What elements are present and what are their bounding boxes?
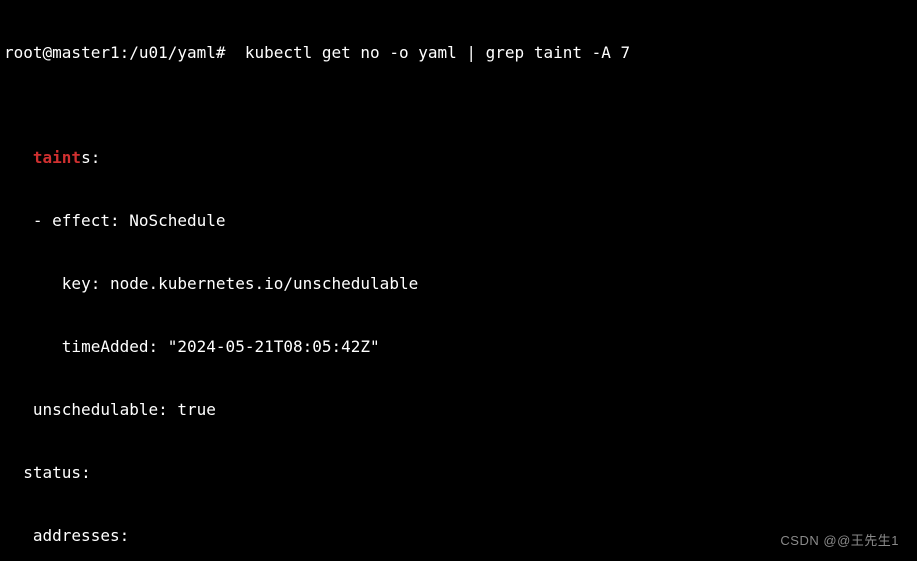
time-line: timeAdded: "2024-05-21T08:05:42Z" <box>4 336 913 357</box>
taints-line: taints: <box>4 147 913 168</box>
prompt-userhost: root@master1 <box>4 43 120 62</box>
grep-highlight: taint <box>33 148 81 167</box>
prompt-line: root@master1:/u01/yaml# kubectl get no -… <box>4 42 913 63</box>
unsched-line: unschedulable: true <box>4 399 913 420</box>
key-line: key: node.kubernetes.io/unschedulable <box>4 273 913 294</box>
prompt-command: kubectl get no -o yaml | grep taint -A 7 <box>245 43 630 62</box>
watermark: CSDN @@王先生1 <box>780 530 899 551</box>
status-line: status: <box>4 462 913 483</box>
prompt-path: :/u01/yaml# <box>120 43 226 62</box>
effect-line: - effect: NoSchedule <box>4 210 913 231</box>
addresses-line: addresses: <box>4 525 913 546</box>
terminal-output: root@master1:/u01/yaml# kubectl get no -… <box>0 0 917 561</box>
